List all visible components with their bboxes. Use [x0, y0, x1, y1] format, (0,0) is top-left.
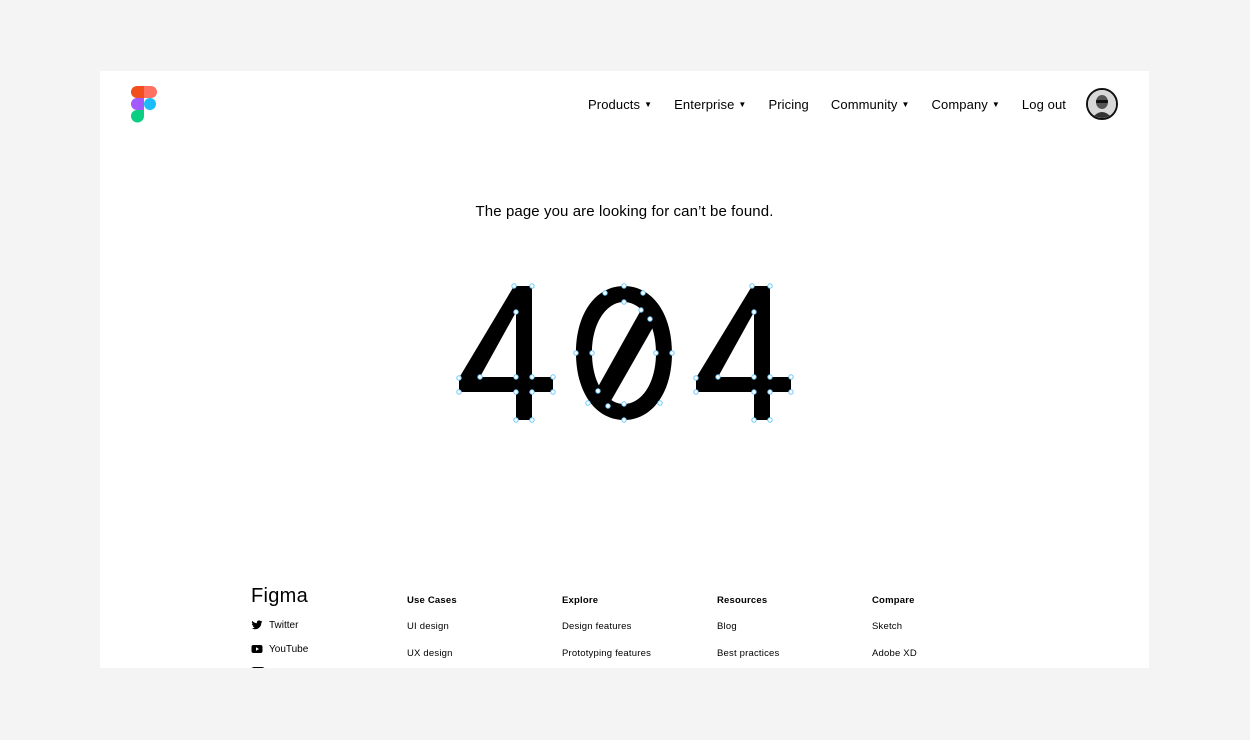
social-twitter[interactable]: Twitter: [251, 619, 298, 631]
digit-four-left: [459, 286, 553, 420]
error-404-graphic: [456, 283, 794, 423]
caret-down-icon: ▼: [901, 100, 910, 109]
nav-enterprise-label: Enterprise: [674, 97, 735, 112]
caret-down-icon: ▼: [991, 100, 1000, 109]
twitter-icon: [251, 620, 263, 630]
main-nav: Products ▼ Enterprise ▼ Pricing Communit…: [588, 97, 1066, 112]
footer-link[interactable]: UX design: [407, 648, 557, 659]
footer-link[interactable]: Prototyping features: [562, 648, 712, 659]
caret-down-icon: ▼: [644, 100, 653, 109]
footer-col-compare: Compare Sketch Adobe XD: [872, 595, 1022, 668]
nav-pricing[interactable]: Pricing: [768, 97, 808, 112]
footer-link[interactable]: Sketch: [872, 621, 1022, 632]
footer-link[interactable]: Adobe XD: [872, 648, 1022, 659]
not-found-message: The page you are looking for can’t be fo…: [475, 203, 774, 220]
avatar[interactable]: [1086, 88, 1118, 120]
footer-col-heading: Resources: [717, 595, 768, 606]
footer-col-explore: Explore Design features Prototyping feat…: [562, 595, 712, 668]
footer: Figma Twitter YouTube Use Cases UI desig…: [100, 581, 1149, 668]
caret-down-icon: ▼: [738, 100, 747, 109]
nav-enterprise[interactable]: Enterprise ▼: [674, 97, 746, 112]
youtube-icon: [251, 645, 263, 653]
footer-brand[interactable]: Figma: [251, 585, 308, 608]
footer-col-heading: Compare: [872, 595, 915, 606]
nav-company[interactable]: Company ▼: [932, 97, 1000, 112]
instagram-icon[interactable]: [251, 667, 265, 668]
page-container: Products ▼ Enterprise ▼ Pricing Communit…: [100, 71, 1149, 668]
footer-link[interactable]: UI design: [407, 621, 557, 632]
footer-link[interactable]: Design features: [562, 621, 712, 632]
logout-link[interactable]: Log out: [1022, 97, 1066, 112]
figma-logo-icon[interactable]: [130, 85, 158, 125]
nav-pricing-label: Pricing: [768, 97, 809, 112]
footer-col-resources: Resources Blog Best practices: [717, 595, 867, 668]
digit-four-right: [696, 286, 791, 420]
nav-community-label: Community: [830, 97, 898, 112]
social-youtube[interactable]: YouTube: [251, 643, 308, 655]
footer-link[interactable]: Blog: [717, 621, 867, 632]
social-twitter-label: Twitter: [269, 619, 299, 631]
nav-products[interactable]: Products ▼: [588, 97, 652, 112]
logout-label: Log out: [1021, 97, 1066, 112]
user-photo-icon: [1088, 90, 1116, 118]
social-youtube-label: YouTube: [269, 643, 309, 655]
footer-col-heading: Explore: [562, 595, 599, 606]
footer-link[interactable]: Best practices: [717, 648, 867, 659]
nav-company-label: Company: [931, 97, 988, 112]
footer-col-heading: Use Cases: [407, 595, 457, 606]
footer-col-use-cases: Use Cases UI design UX design: [407, 595, 557, 668]
nav-products-label: Products: [588, 97, 641, 112]
nav-community[interactable]: Community ▼: [831, 97, 910, 112]
